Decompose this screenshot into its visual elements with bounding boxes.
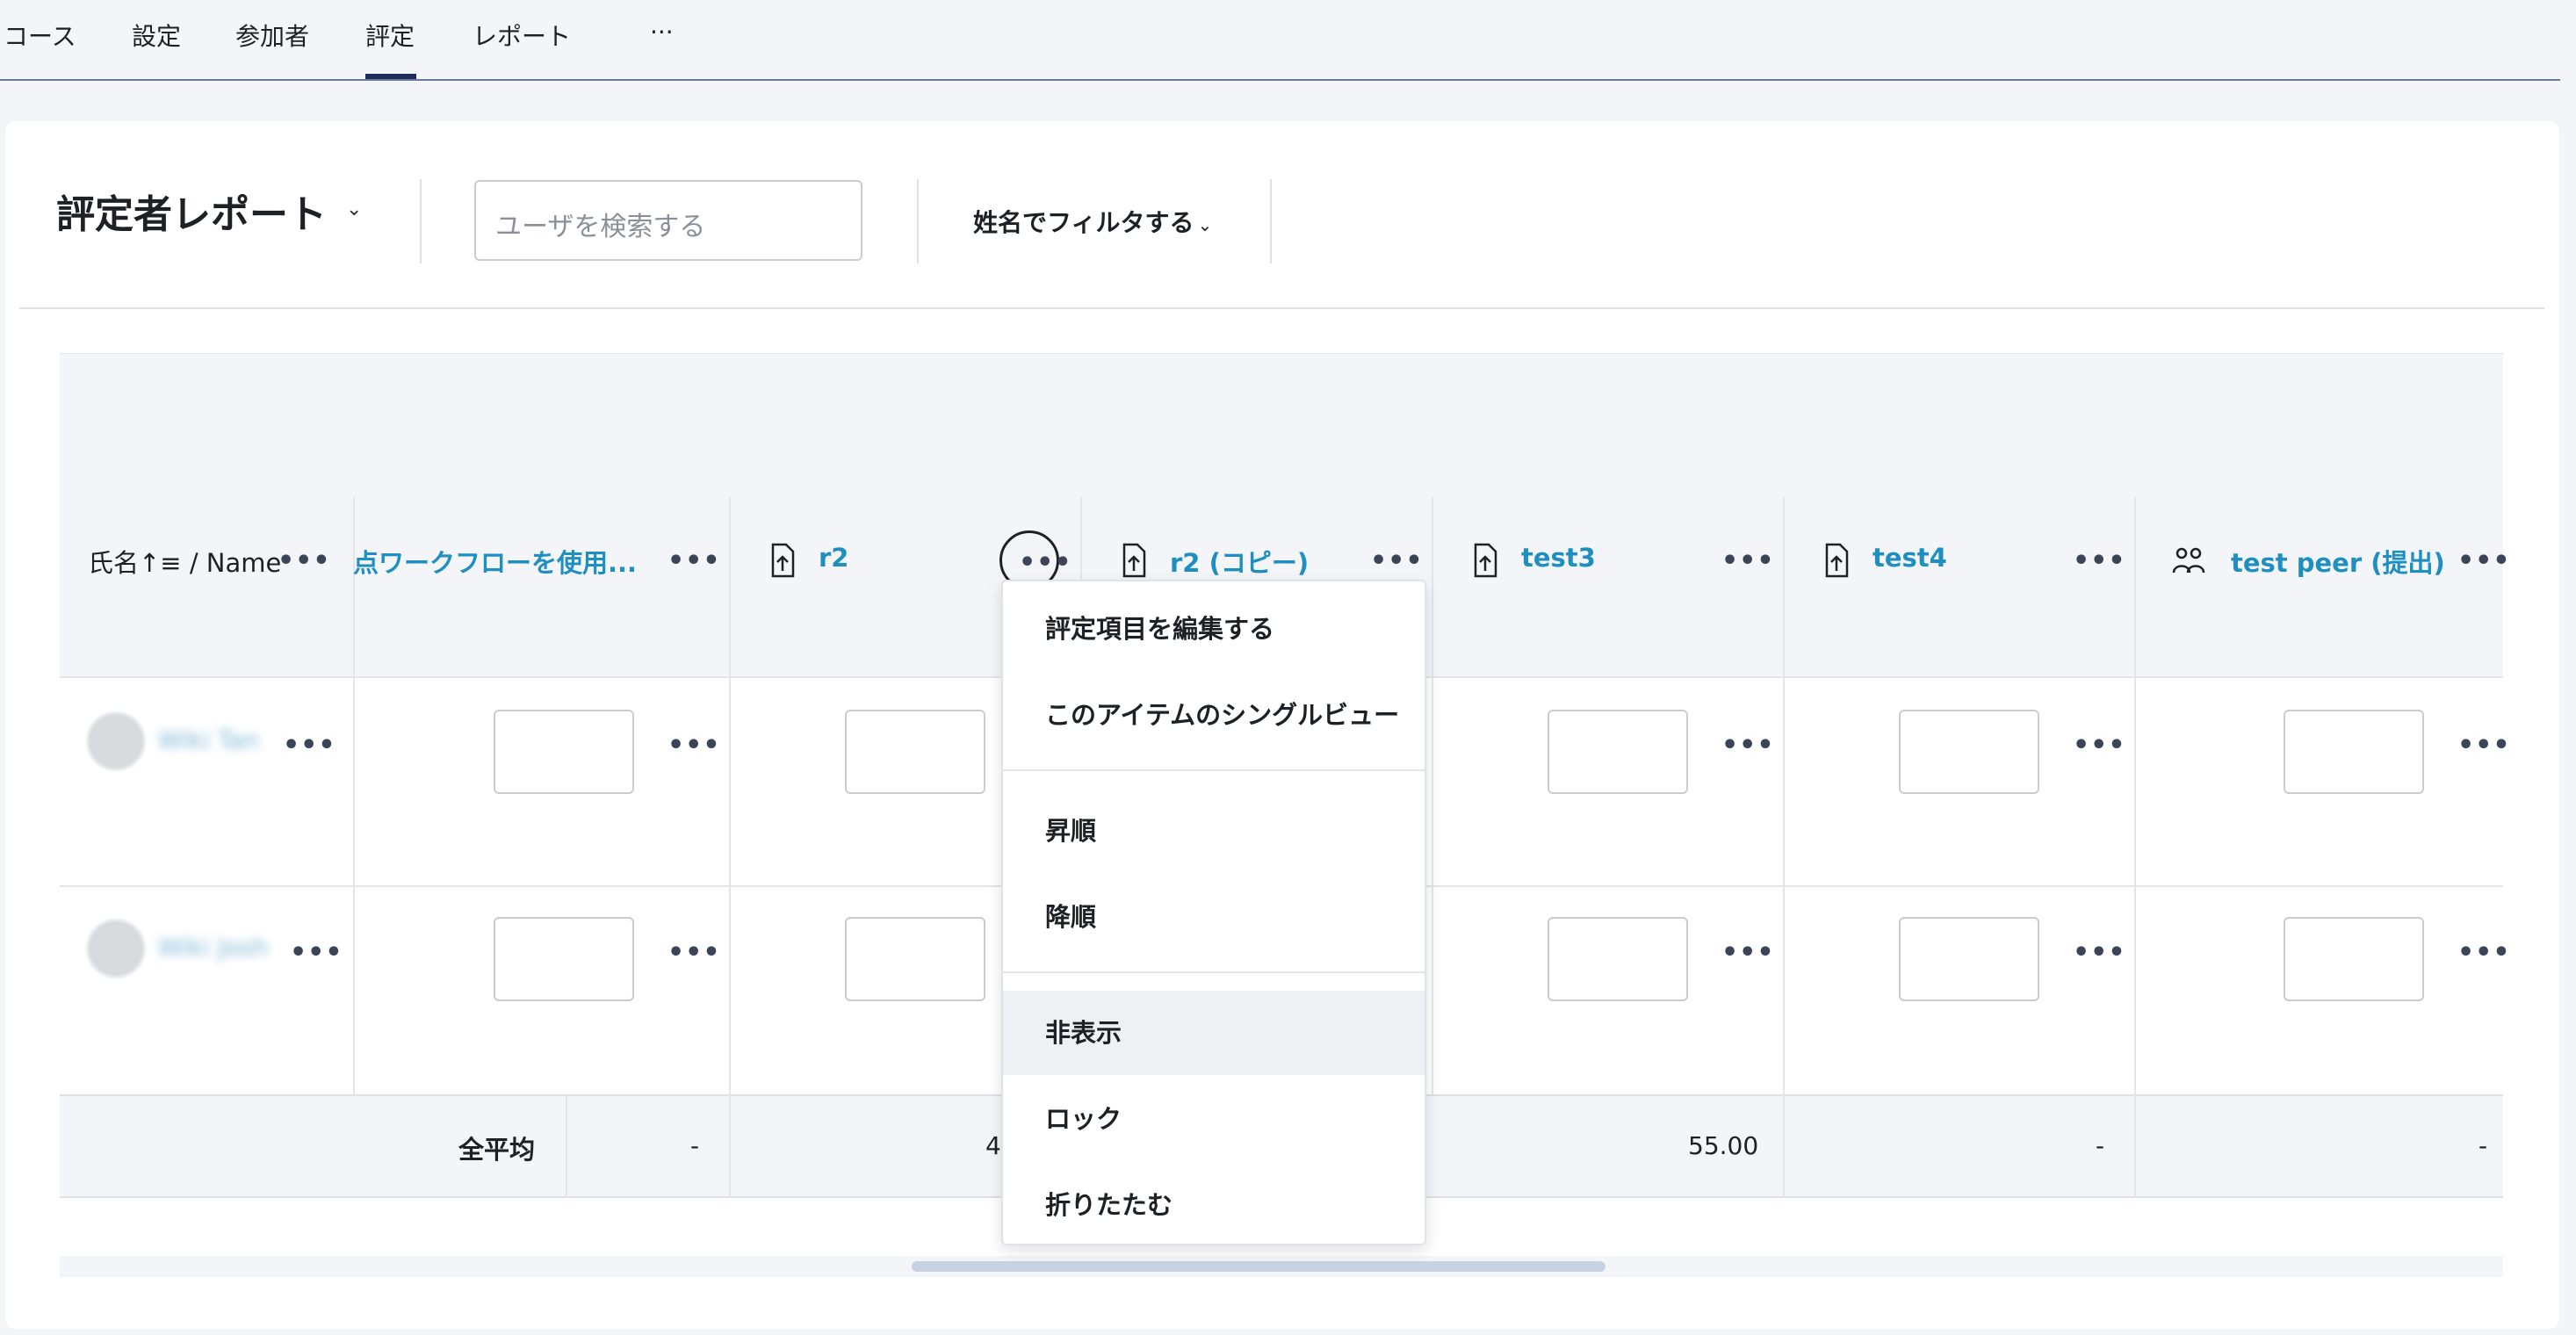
- chevron-down-icon: ⌄: [1197, 214, 1213, 235]
- column-divider: [1783, 497, 1785, 1094]
- average-value: -: [690, 1131, 700, 1160]
- cell-menu-icon[interactable]: •••: [2457, 940, 2511, 966]
- column-menu-icon[interactable]: •••: [1019, 550, 1072, 576]
- report-selector-title[interactable]: 評定者レポート: [56, 183, 327, 239]
- menu-item-collapse[interactable]: 折りたたむ: [1003, 1163, 1425, 1247]
- name-column-header[interactable]: 氏名↑≡ / Name: [88, 543, 281, 580]
- avatar: [86, 919, 146, 978]
- column-header-test-peer[interactable]: test peer (提出): [2231, 543, 2445, 580]
- column-divider: [1783, 1094, 1785, 1198]
- tab-participants[interactable]: 参加者: [235, 18, 309, 53]
- grade-input[interactable]: [2284, 917, 2424, 1001]
- grade-input[interactable]: [2284, 710, 2424, 794]
- cell-menu-icon[interactable]: •••: [2073, 940, 2126, 966]
- chevron-down-icon[interactable]: ⌄: [346, 198, 362, 220]
- column-menu-icon[interactable]: •••: [1370, 548, 1424, 574]
- menu-item-edit-grade-item[interactable]: 評定項目を編集する: [1003, 587, 1425, 671]
- menu-item-lock[interactable]: ロック: [1003, 1077, 1425, 1161]
- column-header-test3[interactable]: test3: [1521, 543, 1596, 573]
- grade-input[interactable]: [845, 917, 985, 1001]
- cell-menu-icon[interactable]: •••: [667, 940, 721, 966]
- name-filter-label: 姓名でフィルタする: [973, 208, 1194, 237]
- tab-grades[interactable]: 評定: [365, 18, 415, 53]
- user-search-input[interactable]: ユーザを検索する: [474, 180, 862, 261]
- file-upload-icon: [1474, 543, 1497, 578]
- file-upload-icon: [1122, 543, 1146, 578]
- column-menu-icon[interactable]: •••: [2073, 548, 2126, 574]
- column-header-r2-copy[interactable]: r2 (コピー): [1170, 543, 1309, 580]
- file-upload-icon: [1825, 543, 1849, 578]
- cell-menu-icon[interactable]: •••: [667, 732, 721, 759]
- grade-input[interactable]: [845, 710, 985, 794]
- column-actions-menu: 評定項目を編集する このアイテムのシングルビュー 昇順 降順 非表示 ロック 折…: [1001, 580, 1426, 1245]
- grade-input[interactable]: [1899, 710, 2039, 794]
- column-divider: [1432, 497, 1433, 1094]
- menu-item-hide[interactable]: 非表示: [1003, 991, 1425, 1075]
- toolbar-separator: [19, 307, 2544, 309]
- column-divider: [2134, 497, 2136, 1094]
- average-value: -: [2479, 1131, 2488, 1160]
- grade-input[interactable]: [494, 710, 634, 794]
- user-name-link[interactable]: Wiki Tan: [158, 725, 259, 754]
- user-name-link[interactable]: Wiki Josh: [158, 933, 268, 962]
- column-divider: [2134, 1094, 2136, 1198]
- menu-item-sort-descending[interactable]: 降順: [1003, 875, 1425, 959]
- average-value: 55.00: [1688, 1131, 1759, 1160]
- peer-icon: [2172, 547, 2205, 574]
- active-tab-indicator: [365, 74, 416, 79]
- grade-input[interactable]: [494, 917, 634, 1001]
- avatar: [86, 711, 146, 771]
- top-navigation: コース 設定 参加者 評定 レポート ···: [0, 0, 2560, 81]
- toolbar-divider: [917, 179, 919, 263]
- tab-course[interactable]: コース: [4, 18, 76, 53]
- column-menu-icon[interactable]: •••: [667, 548, 721, 574]
- column-header-test4[interactable]: test4: [1872, 543, 1947, 573]
- menu-separator: [1003, 971, 1425, 973]
- column-divider: [729, 497, 731, 1094]
- grade-input[interactable]: [1548, 917, 1688, 1001]
- user-menu-icon[interactable]: •••: [290, 940, 343, 966]
- cell-menu-icon[interactable]: •••: [1721, 732, 1775, 759]
- name-filter-button[interactable]: 姓名でフィルタする ⌄: [973, 204, 1212, 239]
- user-menu-icon[interactable]: •••: [283, 732, 336, 759]
- tab-settings[interactable]: 設定: [132, 18, 181, 53]
- file-upload-icon: [771, 543, 795, 578]
- column-header-workflow[interactable]: 点ワークフローを使用...: [353, 543, 637, 580]
- column-menu-icon[interactable]: •••: [2457, 548, 2511, 574]
- average-value: 4: [985, 1131, 1001, 1160]
- menu-separator: [1003, 769, 1425, 771]
- column-divider: [353, 497, 355, 1094]
- cell-menu-icon[interactable]: •••: [1721, 940, 1775, 966]
- column-header-r2[interactable]: r2: [819, 543, 848, 573]
- scrollbar-thumb[interactable]: [912, 1261, 1605, 1272]
- average-value: -: [2096, 1131, 2105, 1160]
- column-divider: [566, 1094, 567, 1198]
- cell-menu-icon[interactable]: •••: [2073, 732, 2126, 759]
- search-placeholder: ユーザを検索する: [495, 212, 706, 242]
- grade-input[interactable]: [1899, 917, 2039, 1001]
- column-divider: [729, 1094, 731, 1198]
- menu-item-single-view[interactable]: このアイテムのシングルビュー: [1003, 673, 1425, 757]
- overall-average-label: 全平均: [458, 1135, 536, 1165]
- menu-item-sort-ascending[interactable]: 昇順: [1003, 789, 1425, 873]
- toolbar-divider: [1270, 179, 1272, 263]
- tab-reports[interactable]: レポート: [473, 18, 571, 53]
- tab-more[interactable]: ···: [650, 18, 674, 47]
- column-menu-icon[interactable]: •••: [1721, 548, 1775, 574]
- toolbar-divider: [420, 179, 422, 263]
- cell-menu-icon[interactable]: •••: [2457, 732, 2511, 759]
- name-column-menu-icon[interactable]: •••: [278, 548, 331, 574]
- grade-input[interactable]: [1548, 710, 1688, 794]
